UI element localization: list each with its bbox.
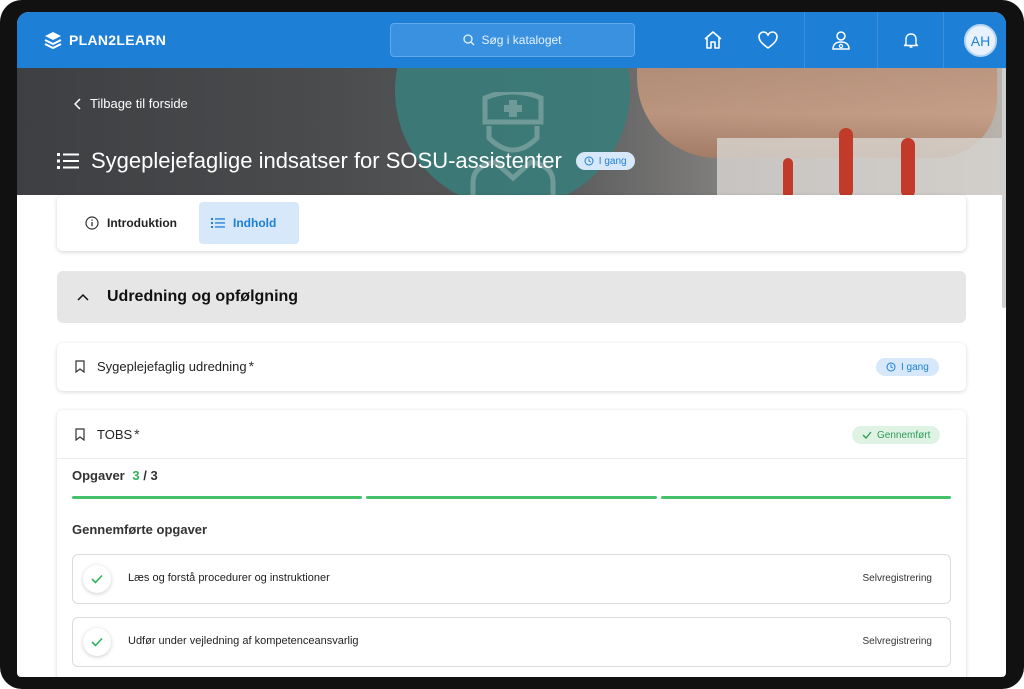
tab-indhold[interactable]: Indhold — [199, 202, 299, 244]
section-title: Udredning og opfølgning — [107, 288, 299, 305]
search-icon — [463, 34, 475, 46]
hero-photo-stethoscope — [901, 138, 915, 195]
completed-tasks-heading: Gennemførte opgaver — [72, 522, 208, 537]
avatar[interactable]: AH — [964, 24, 997, 57]
back-to-front-page-link[interactable]: Tilbage til forside — [74, 96, 188, 111]
profile-button[interactable] — [829, 28, 853, 52]
task-row[interactable]: Udfør under vejledning af kompetenceansv… — [72, 617, 951, 667]
nav-divider — [877, 12, 878, 68]
bookmark-icon — [75, 427, 85, 441]
bookmark-icon — [75, 359, 85, 373]
nav-divider — [943, 12, 944, 68]
task-completed-indicator — [83, 628, 111, 656]
tab-label: Indhold — [233, 216, 277, 230]
search-input[interactable]: Søg i kataloget — [390, 23, 635, 57]
page-title: Sygeplejefaglige indsatser for SOSU-assi… — [91, 148, 562, 173]
status-badge: Gennemført — [852, 426, 941, 444]
content-item-sygeplejefaglig-udredning[interactable]: Sygeplejefaglig udredning * I gang — [57, 343, 966, 391]
task-type: Selvregistrering — [862, 636, 932, 647]
tab-label: Introduktion — [107, 216, 177, 230]
course-tabs: Introduktion Indhold — [57, 195, 966, 251]
item-title-row: Sygeplejefaglig udredning * — [75, 358, 254, 374]
item-title: Sygeplejefaglig udredning — [97, 358, 247, 374]
chevron-left-icon — [74, 97, 81, 110]
nurse-illustration-icon — [470, 92, 556, 195]
check-icon — [91, 637, 103, 647]
favorites-button[interactable] — [756, 28, 780, 52]
hero-photo-stethoscope — [783, 158, 793, 195]
nav-divider — [804, 12, 805, 68]
course-status-badge: I gang — [575, 152, 635, 170]
device-frame: PLAN2LEARN Søg i kataloget AH Tilbage ti… — [0, 0, 1024, 689]
task-type: Selvregistrering — [862, 573, 932, 584]
course-title-row: Sygeplejefaglige indsatser for SOSU-assi… — [57, 148, 635, 174]
item-title-row[interactable]: TOBS * — [75, 426, 140, 442]
home-button[interactable] — [701, 28, 725, 52]
tasks-total: / 3 — [143, 468, 158, 483]
hero-photo-stethoscope — [839, 128, 853, 195]
heart-icon — [758, 31, 778, 49]
progress-segment — [366, 496, 657, 499]
status-label: I gang — [901, 361, 929, 373]
tasks-label: Opgaver — [72, 468, 125, 483]
clock-icon — [584, 156, 594, 166]
brand-logo[interactable]: PLAN2LEARN — [44, 29, 166, 51]
user-nurse-icon — [832, 31, 850, 50]
tab-introduktion[interactable]: Introduktion — [73, 202, 189, 244]
tasks-counter: Opgaver 3 / 3 — [72, 468, 158, 483]
search-placeholder: Søg i kataloget — [481, 33, 562, 47]
task-completed-indicator — [83, 565, 111, 593]
status-label: Gennemført — [877, 429, 931, 441]
bell-icon — [903, 33, 919, 48]
required-mark: * — [134, 426, 140, 442]
page-scrollbar[interactable] — [1002, 68, 1006, 308]
chevron-up-icon — [77, 293, 89, 301]
tasks-done-count: 3 — [132, 468, 140, 483]
check-icon — [91, 574, 103, 584]
top-navigation-bar: PLAN2LEARN Søg i kataloget AH — [17, 12, 1006, 68]
list-icon — [211, 218, 225, 228]
brand-name: PLAN2LEARN — [69, 32, 167, 48]
section-header-udredning[interactable]: Udredning og opfølgning — [57, 271, 966, 323]
hero-photo-coat — [717, 138, 1006, 195]
home-icon — [704, 31, 722, 49]
course-hero-banner: Tilbage til forside Sygeplejefaglige ind… — [17, 68, 1006, 195]
status-badge: I gang — [876, 358, 939, 376]
required-mark: * — [248, 358, 255, 374]
check-icon — [862, 431, 872, 439]
task-label: Læs og forstå procedurer og instruktione… — [128, 572, 330, 584]
app-screen: PLAN2LEARN Søg i kataloget AH Tilbage ti… — [17, 12, 1006, 677]
task-row[interactable]: Læs og forstå procedurer og instruktione… — [72, 554, 951, 604]
notifications-button[interactable] — [899, 28, 923, 52]
content-item-tobs: TOBS * Gennemført Opgaver 3 / 3 Gennemfø… — [57, 410, 966, 677]
layers-icon — [44, 32, 62, 49]
list-icon — [57, 153, 79, 169]
info-icon — [85, 216, 99, 230]
course-status-label: I gang — [598, 155, 627, 167]
progress-segment — [72, 496, 363, 499]
card-divider — [57, 458, 966, 459]
progress-segment — [660, 496, 951, 499]
back-link-label: Tilbage til forside — [90, 96, 188, 111]
task-label: Udfør under vejledning af kompetenceansv… — [128, 635, 359, 647]
item-title: TOBS — [97, 426, 133, 442]
clock-icon — [886, 362, 896, 372]
